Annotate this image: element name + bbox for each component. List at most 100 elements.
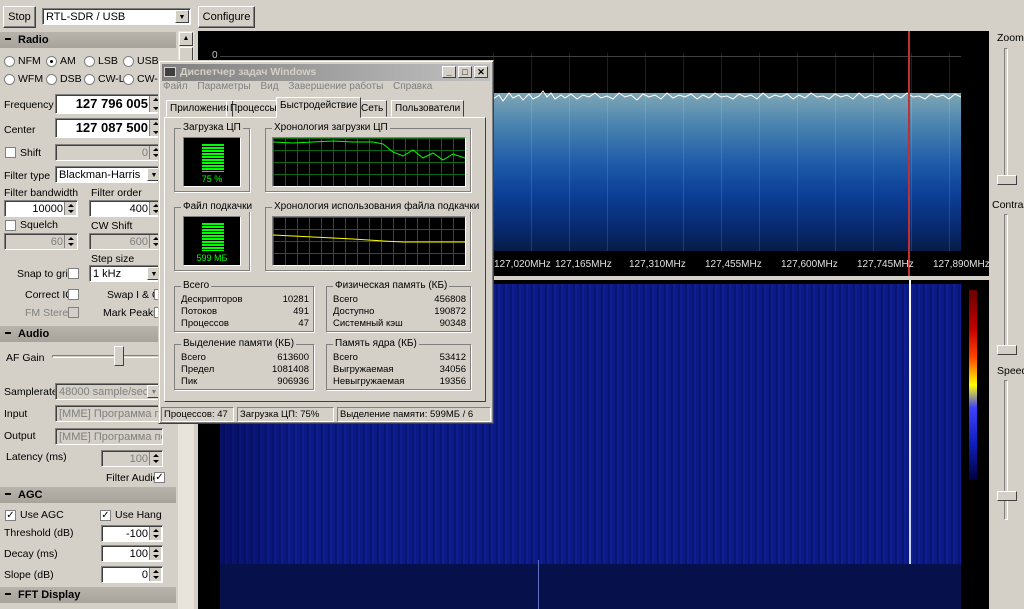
squelch-input[interactable]: 60 (4, 233, 78, 250)
filter-type-label: Filter type (4, 170, 51, 182)
tab-users[interactable]: Пользователи (391, 100, 465, 117)
maximize-icon[interactable]: □ (458, 66, 472, 78)
center-value: 127 087 500 (75, 120, 148, 135)
filter-bandwidth-input[interactable]: 10000 (4, 200, 78, 217)
step-size-select[interactable]: 1 kHz ▼ (89, 265, 163, 282)
agc-header[interactable]: AGC (0, 487, 176, 503)
menu-options[interactable]: Параметры (197, 81, 250, 92)
samplerate-select[interactable]: 48000 sample/sec ▼ (55, 383, 163, 400)
freq-label: 127,455MHz (705, 259, 762, 270)
stat-name: Невыгружаемая (333, 376, 405, 387)
mode-nfm-radio[interactable] (4, 56, 15, 67)
samplerate-label: Samplerate (4, 386, 58, 398)
squelch-stepper[interactable] (64, 235, 76, 248)
task-manager-window[interactable]: Диспетчер задач Windows _ □ ✕ Файл Парам… (158, 60, 494, 424)
cpu-history-graph (272, 137, 466, 187)
scroll-up-icon[interactable]: ▲ (179, 32, 193, 46)
task-manager-titlebar[interactable]: Диспетчер задач Windows _ □ ✕ (162, 64, 490, 81)
mode-wfm-radio[interactable] (4, 74, 15, 85)
tab-performance[interactable]: Быстродействие (276, 97, 362, 118)
mode-am-radio[interactable] (46, 56, 57, 67)
cpu-usage-meter: 75 % (183, 137, 241, 187)
tuned-frequency-marker[interactable] (908, 31, 910, 276)
shift-checkbox[interactable] (5, 147, 16, 158)
stat-value: 613600 (277, 352, 309, 363)
cw-shift-input[interactable]: 600 (89, 233, 163, 250)
latency-stepper[interactable] (149, 452, 161, 465)
decay-stepper[interactable] (149, 547, 161, 560)
totals-group: Всего Дескрипторов 10281 Потоков 491 Проце… (174, 280, 314, 332)
mode-lsb-radio[interactable] (84, 56, 95, 67)
mark-peaks-label: Mark Peaks (103, 307, 159, 319)
audio-header[interactable]: Audio (0, 326, 176, 342)
cpu-history-label: Хронология загрузки ЦП (272, 122, 390, 133)
step-size-label: Step size (91, 253, 135, 265)
tab-applications[interactable]: Приложения (166, 100, 233, 117)
output-select[interactable]: [MME] Программа пер (55, 428, 163, 445)
configure-button[interactable]: Configure (198, 6, 255, 28)
filter-type-select[interactable]: Blackman-Harris ▼ (55, 166, 163, 183)
filter-bandwidth-stepper[interactable] (64, 202, 76, 215)
chevron-down-icon[interactable]: ▼ (175, 10, 189, 23)
menu-file[interactable]: Файл (163, 81, 188, 92)
filter-bandwidth-label: Filter bandwidth (4, 187, 79, 199)
kernel-memory-title: Память ядра (КБ) (333, 338, 419, 349)
center-input[interactable]: 127 087 500 (55, 118, 163, 138)
speed-label: Speed (997, 365, 1024, 377)
contrast-slider-thumb[interactable] (997, 345, 1017, 355)
mode-label: LSB (98, 55, 118, 67)
menu-help[interactable]: Справка (393, 81, 432, 92)
frequency-input[interactable]: 127 796 005 (55, 94, 163, 114)
stat-name: Доступно (333, 306, 375, 317)
snap-checkbox[interactable] (68, 268, 79, 279)
af-gain-slider-thumb[interactable] (114, 346, 124, 366)
stat-name: Всего (333, 352, 358, 363)
stat-name: Потоков (181, 306, 218, 317)
zoom-slider-thumb[interactable] (997, 175, 1017, 185)
mode-usb-radio[interactable] (123, 56, 134, 67)
mode-label: CW-L (98, 73, 125, 85)
use-agc-checkbox[interactable]: ✓ (5, 510, 16, 521)
stat-value: 19356 (439, 376, 466, 387)
fft-display-header[interactable]: FFT Display (0, 587, 176, 603)
pagefile-history-label: Хронология использования файла подкачки (272, 201, 482, 212)
zoom-slider-track[interactable] (1004, 48, 1008, 183)
speed-slider-thumb[interactable] (997, 491, 1017, 501)
shift-input[interactable]: 0 (55, 144, 163, 161)
mode-dsb-radio[interactable] (46, 74, 57, 85)
center-label: Center (4, 124, 36, 136)
tab-network[interactable]: Сеть (357, 100, 388, 117)
filter-audio-checkbox[interactable]: ✓ (154, 472, 165, 483)
minimize-icon[interactable]: _ (442, 66, 456, 78)
stat-value: 491 (293, 306, 309, 317)
decay-input[interactable]: 100 (101, 545, 163, 562)
slope-stepper[interactable] (149, 568, 161, 581)
device-select[interactable]: RTL-SDR / USB ▼ (42, 8, 191, 25)
menu-shutdown[interactable]: Завершение работы (288, 81, 383, 92)
threshold-stepper[interactable] (149, 527, 161, 540)
use-hang-checkbox[interactable]: ✓ (100, 510, 111, 521)
freq-label: 127,310MHz (629, 259, 686, 270)
input-select[interactable]: [MME] Программа пер (55, 405, 163, 422)
filter-order-input[interactable]: 400 (89, 200, 163, 217)
threshold-label: Threshold (dB) (4, 527, 74, 539)
squelch-checkbox[interactable] (5, 220, 16, 231)
correct-iq-checkbox[interactable] (68, 289, 79, 300)
fm-stereo-checkbox[interactable] (68, 307, 79, 318)
radio-header[interactable]: Radio (0, 32, 176, 48)
mode-cwu-radio[interactable] (123, 74, 134, 85)
slope-input[interactable]: 0 (101, 566, 163, 583)
stop-button[interactable]: Stop (3, 6, 36, 28)
mode-cwl-radio[interactable] (84, 74, 95, 85)
cpu-usage-group: Загрузка ЦП 75 % (174, 122, 250, 192)
menu-view[interactable]: Вид (260, 81, 278, 92)
close-icon[interactable]: ✕ (474, 66, 488, 78)
filter-order-label: Filter order (91, 187, 142, 199)
cpu-usage-bars (202, 144, 224, 172)
latency-input[interactable]: 100 (101, 450, 163, 467)
af-gain-slider-track[interactable] (52, 355, 162, 358)
threshold-input[interactable]: -100 (101, 525, 163, 542)
contrast-slider-track[interactable] (1004, 214, 1008, 354)
filter-bandwidth-value: 10000 (32, 203, 63, 215)
tab-processes[interactable]: Процессы (226, 100, 281, 117)
